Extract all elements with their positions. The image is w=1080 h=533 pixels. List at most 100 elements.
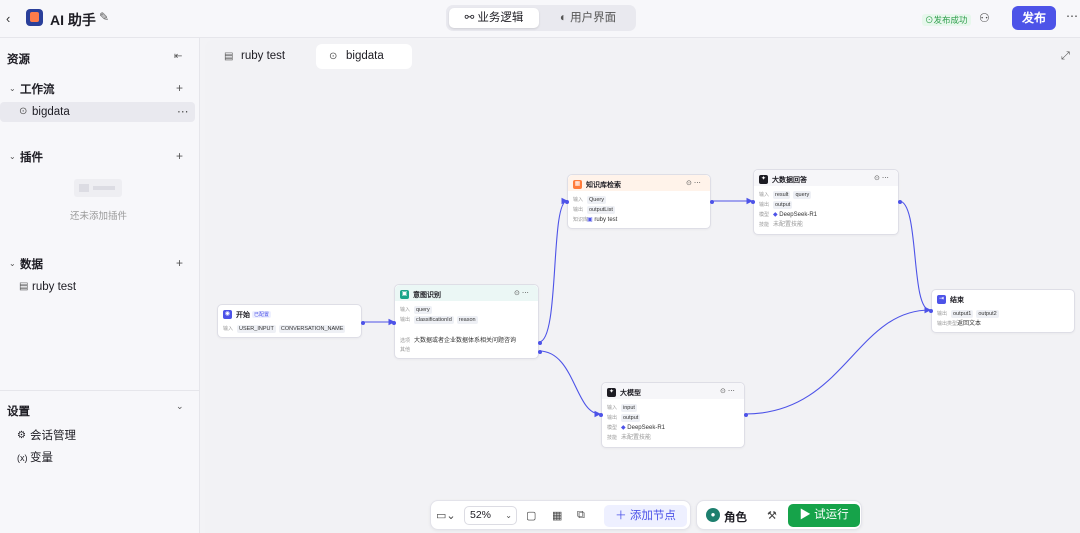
comment-icon[interactable]: ▢ [526, 509, 536, 522]
node-actions[interactable]: ⊙ ⋯ [514, 289, 529, 297]
row-label: 输入 [223, 326, 234, 332]
node-intent-recognition[interactable]: ▣ 意图识别 ⊙ ⋯ 输入 query 输出 classificationId rea… [392, 284, 542, 359]
more-icon[interactable]: ⋯ [694, 180, 701, 187]
section-data[interactable]: 数据 [20, 256, 43, 272]
output-port[interactable] [361, 321, 365, 325]
add-plugin-button[interactable]: + [176, 149, 183, 163]
minimap-toggle-icon[interactable]: ⧉ [577, 509, 585, 522]
debug-icon[interactable]: ⊙ [514, 290, 520, 297]
var-chip: output2 [976, 310, 999, 318]
more-icon[interactable]: ⋯ [728, 388, 735, 395]
role-avatar[interactable]: ● [706, 508, 720, 522]
input-port[interactable] [599, 413, 603, 417]
chevron-left-icon[interactable]: ‹ [6, 11, 10, 26]
more-icon[interactable]: ⋯ [522, 290, 529, 297]
debug-icon[interactable]: ⊙ [720, 388, 726, 395]
node-start[interactable]: ◉ 开始 已配置 输入 USER_INPUT CONVERSATION_NAME [217, 304, 365, 338]
edit-icon[interactable]: ✎ [99, 10, 109, 24]
input-port[interactable] [392, 321, 396, 325]
node-bigdata-answer[interactable]: ✦ 大数据回答 ⊙ ⋯ 输入 result query 输出 output 模型 ◆ D… [751, 169, 902, 235]
publish-button[interactable]: 发布 [1012, 6, 1056, 30]
collapse-sidebar-icon[interactable]: ⇤ [174, 51, 182, 62]
zoom-value: 52% [470, 509, 492, 521]
output-port[interactable] [744, 413, 748, 417]
sidebar-item-label: 会话管理 [30, 430, 76, 442]
workflow-canvas[interactable]: ▤ ruby test ⊙ bigdata ⤢ ◉ 开始 已配置 输入 USER_IN… [205, 40, 1080, 533]
intent-option: 大数据或者企业数据体系相关问题咨询 [414, 338, 517, 344]
chevron-down-icon[interactable]: ⌄ [9, 259, 16, 268]
add-workflow-button[interactable]: + [176, 81, 183, 95]
node-actions[interactable]: ⊙ ⋯ [720, 387, 735, 395]
wrench-icon[interactable]: ⚒ [767, 509, 777, 522]
role-label[interactable]: 角色 [724, 509, 747, 525]
row-label: 技能 [607, 435, 618, 441]
node-actions[interactable]: ⊙ ⋯ [874, 174, 889, 182]
tab-business-logic[interactable]: ⚯ 业务逻辑 [449, 8, 539, 28]
node-title: 大模型 [620, 390, 641, 397]
test-run-button[interactable]: ▶ 试运行 [788, 504, 860, 527]
auto-layout-icon[interactable]: ▦ [552, 509, 562, 522]
more-icon[interactable]: ⋯ [1066, 9, 1078, 23]
input-port[interactable] [565, 200, 569, 204]
divider [0, 390, 200, 391]
chevron-down-icon[interactable]: ⌄ [9, 84, 16, 93]
input-port[interactable] [751, 200, 755, 204]
output-port[interactable] [898, 200, 902, 204]
more-icon[interactable]: ⋯ [882, 175, 889, 182]
output-port[interactable] [538, 341, 542, 345]
node-title: 意图识别 [413, 292, 441, 299]
view-switcher: ⚯ 业务逻辑 ◐ 用户界面 [446, 5, 636, 31]
chevron-down-icon[interactable]: ⌄ [176, 401, 184, 412]
input-port[interactable] [929, 309, 933, 313]
app-logo [26, 9, 43, 26]
collaborators-icon[interactable]: ⚇ [979, 11, 990, 25]
edge-intent-llm [538, 350, 602, 418]
empty-illustration [74, 179, 122, 197]
skill-text: 未配置技能 [621, 435, 652, 441]
var-chip: output [773, 201, 793, 209]
output-port[interactable] [538, 350, 542, 354]
node-llm[interactable]: ✦ 大模型 ⊙ ⋯ 输入 input 输出 output 模型 ◆ DeepSeek-… [599, 382, 748, 448]
output-port[interactable] [710, 200, 714, 204]
row-label: 输入 [400, 307, 411, 313]
sidebar-item-label: ruby test [32, 281, 77, 293]
node-title: 知识库检索 [586, 182, 621, 189]
sidebar-item-ruby-test[interactable]: ▤ ruby test [0, 277, 195, 297]
play-icon: ▶ [799, 509, 815, 521]
empty-plugins-text: 还未添加插件 [70, 211, 128, 222]
node-title: 结束 [950, 297, 964, 304]
row-label: 输出 [937, 311, 948, 317]
intent-other: 其他 [400, 347, 411, 353]
minimap-icon[interactable]: ▭⌄ [436, 509, 456, 522]
var-chip: classificationId [414, 316, 454, 324]
row-label: 模型 [759, 212, 770, 218]
node-knowledge-retrieval[interactable]: ▦ 知识库检索 ⊙ ⋯ 输入 Query 输出 outputList 知识库▣ ru… [565, 174, 714, 229]
llm-icon: ✦ [759, 175, 768, 184]
edges-layer [361, 197, 932, 418]
row-label: 选项 [400, 338, 411, 344]
add-data-button[interactable]: + [176, 256, 183, 270]
debug-icon[interactable]: ⊙ [874, 175, 880, 182]
sidebar-item-variables[interactable]: (x) 变量 [0, 448, 195, 468]
end-icon: ⇥ [937, 295, 946, 304]
section-settings[interactable]: 设置 [7, 403, 30, 419]
var-chip: query [414, 306, 432, 314]
var-chip: CONVERSATION_NAME [278, 325, 346, 333]
sidebar-item-session-management[interactable]: ⚙ 会话管理 [0, 426, 195, 446]
sidebar-item-bigdata[interactable]: ⊙ bigdata ⋯ [0, 102, 195, 122]
edge-llm-end [744, 306, 932, 415]
add-node-button[interactable]: ＋ 添加节点 [604, 505, 687, 527]
section-plugins[interactable]: 插件 [20, 149, 43, 165]
model-icon: ◆ [773, 212, 778, 218]
llm-icon: ✦ [607, 388, 616, 397]
chevron-down-icon[interactable]: ⌄ [9, 152, 16, 161]
zoom-select[interactable]: 52% ⌄ [464, 506, 517, 525]
debug-icon[interactable]: ⊙ [686, 180, 692, 187]
node-actions[interactable]: ⊙ ⋯ [686, 179, 701, 187]
var-chip: output1 [951, 310, 974, 318]
node-end[interactable]: ⇥ 结束 输出 output1 output2 输出类型返回文本 [929, 289, 1075, 333]
more-icon[interactable]: ⋯ [177, 102, 189, 122]
section-workflow[interactable]: 工作流 [20, 81, 55, 97]
tab-user-interface[interactable]: ◐ 用户界面 [543, 8, 633, 28]
var-chip: query [793, 191, 812, 199]
